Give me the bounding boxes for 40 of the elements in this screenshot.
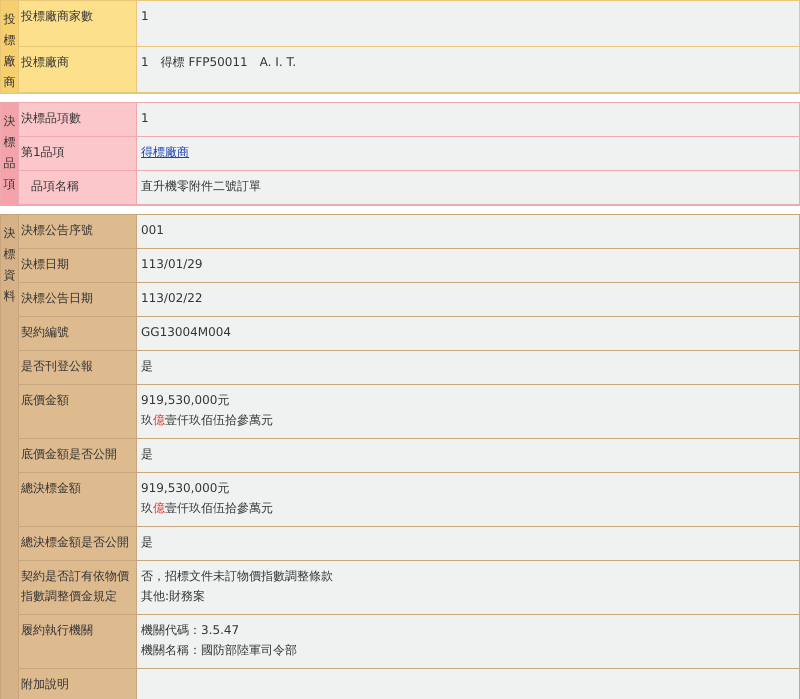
value-text: 113/02/22 (141, 290, 203, 307)
value-text: 113/01/29 (141, 256, 203, 273)
value-text: 否，招標文件未訂物價指數調整條款 (141, 568, 333, 585)
value-text: 1 (141, 8, 149, 25)
value-text: 玖億壹仟玖佰伍拾參萬元 (141, 412, 273, 429)
value-text: 是 (141, 446, 153, 463)
field-label: 決標日期 (19, 249, 137, 283)
value-text: 001 (141, 222, 164, 239)
field-label: 契約是否訂有依物價指數調整價金規定 (19, 561, 137, 615)
value-text: 機關代碼：3.5.47 (141, 622, 240, 639)
field-label: 履約執行機關 (19, 615, 137, 669)
field-label: 底價金額 (19, 385, 137, 439)
field-label: 底價金額是否公開 (19, 439, 137, 473)
vendor-link[interactable]: 得標廠商 (141, 142, 189, 162)
section-title: 決標品項 (4, 113, 16, 193)
field-label: 契約編號 (19, 317, 137, 351)
field-label: 附加說明 (19, 669, 137, 699)
field-label: 第1品項 (19, 137, 137, 171)
field-label: 決標品項數 (19, 103, 137, 137)
field-label: 品項名稱 (19, 171, 137, 205)
value-text: 玖億壹仟玖佰伍拾參萬元 (141, 500, 273, 517)
field-label: 投標廠商家數 (19, 1, 137, 47)
value-text: 其他:財務案 (141, 588, 206, 605)
field-label: 決標公告日期 (19, 283, 137, 317)
value-text: 919,530,000元 (141, 392, 230, 409)
section-title: 投標廠商 (4, 11, 16, 91)
field-label: 總決標金額是否公開 (19, 527, 137, 561)
value-text: 1 (141, 110, 149, 127)
value-text: 機關名稱：國防部陸軍司令部 (141, 642, 297, 659)
value-text: 是 (141, 534, 153, 551)
field-label: 總決標金額 (19, 473, 137, 527)
value-text: 919,530,000元 (141, 480, 230, 497)
field-label: 決標公告序號 (19, 215, 137, 249)
section-title: 決標資料 (4, 225, 16, 305)
value-text: 是 (141, 358, 153, 375)
value-text: 直升機零附件二號訂單 (141, 178, 261, 195)
value-text: GG13004M004 (141, 324, 232, 341)
field-label: 投標廠商 (19, 47, 137, 93)
value-text: 1 得標 FFP50011 A. I. T. (141, 54, 296, 71)
field-label: 是否刊登公報 (19, 351, 137, 385)
